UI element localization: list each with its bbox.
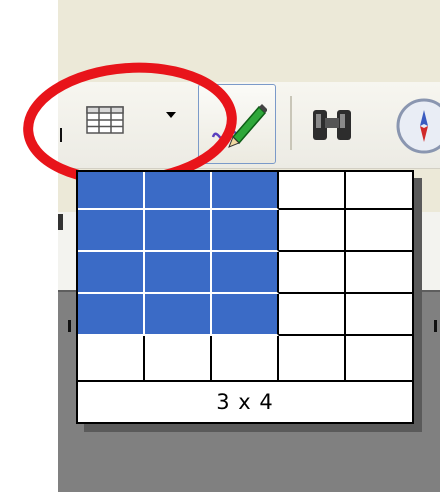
binoculars-icon[interactable]	[310, 104, 354, 144]
insert-table-button[interactable]	[80, 96, 198, 154]
table-picker-cell-selected[interactable]	[145, 252, 212, 294]
table-size-label: 3 x 4	[216, 390, 274, 414]
table-picker-cell[interactable]	[346, 210, 412, 252]
table-picker-cell-selected[interactable]	[212, 252, 279, 294]
table-picker-cell-selected[interactable]	[145, 210, 212, 252]
toolbar-edge-mark	[60, 128, 62, 142]
ruler-tick-right	[434, 320, 437, 332]
chevron-down-icon[interactable]	[166, 112, 176, 118]
table-picker-cell-selected[interactable]	[212, 294, 279, 336]
table-picker-cell-selected[interactable]	[78, 172, 145, 210]
table-picker-cell[interactable]	[145, 336, 212, 382]
pencil-icon	[211, 104, 267, 148]
table-picker-cell[interactable]	[78, 336, 145, 382]
table-picker-cell-selected[interactable]	[212, 210, 279, 252]
table-picker-cell-selected[interactable]	[78, 252, 145, 294]
compass-icon[interactable]	[394, 96, 440, 156]
table-picker-cell-selected[interactable]	[145, 294, 212, 336]
table-picker-cell-selected[interactable]	[78, 294, 145, 336]
table-picker-cell[interactable]	[279, 294, 346, 336]
table-picker-cell[interactable]	[279, 210, 346, 252]
toolbar-separator	[290, 96, 292, 150]
table-picker-cell[interactable]	[346, 294, 412, 336]
show-draw-functions-button[interactable]	[198, 84, 276, 164]
table-picker-cell[interactable]	[279, 172, 346, 210]
table-picker-grid[interactable]	[78, 172, 412, 382]
ruler-edge-mark	[58, 214, 63, 230]
table-size-picker[interactable]: 3 x 4	[76, 170, 414, 424]
table-picker-cell[interactable]	[212, 336, 279, 382]
table-picker-cell[interactable]	[346, 172, 412, 210]
table-picker-cell-selected[interactable]	[78, 210, 145, 252]
ruler-tick-left	[68, 320, 71, 332]
table-picker-cell-selected[interactable]	[212, 172, 279, 210]
table-grid-icon	[86, 106, 124, 134]
table-picker-cell[interactable]	[279, 252, 346, 294]
table-picker-cell[interactable]	[279, 336, 346, 382]
table-picker-cell[interactable]	[346, 336, 412, 382]
table-picker-cell-selected[interactable]	[145, 172, 212, 210]
table-picker-cell[interactable]	[346, 252, 412, 294]
